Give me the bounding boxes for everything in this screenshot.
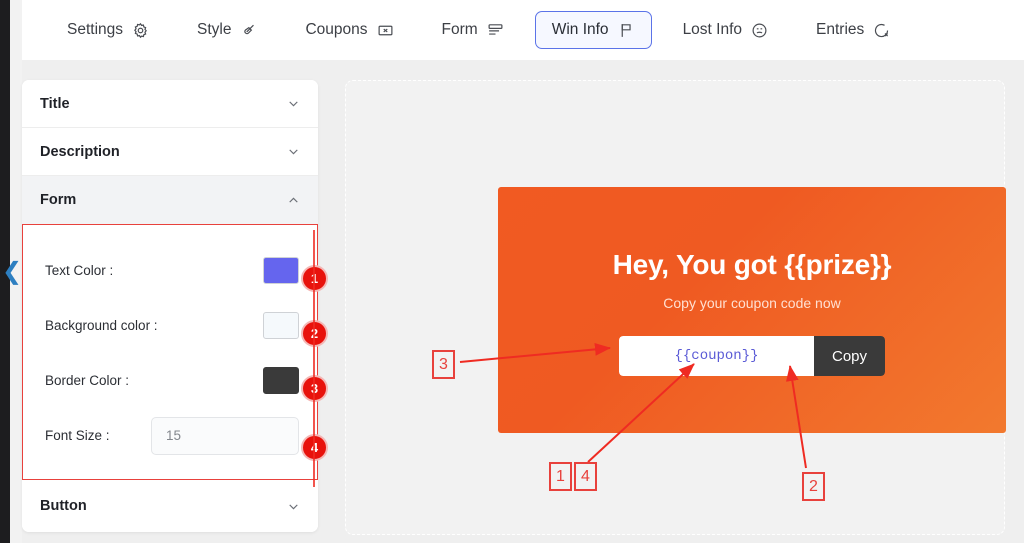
callout-box-1: 1	[549, 462, 572, 491]
tab-label: Win Info	[551, 21, 609, 38]
font-size-input[interactable]: 15	[151, 416, 299, 455]
field-row-font-size: Font Size : 15	[23, 408, 317, 463]
tab-win-info[interactable]: Win Info	[534, 11, 652, 49]
card-subtitle: Copy your coupon code now	[663, 295, 841, 311]
preview-canvas: Hey, You got {{prize}} Copy your coupon …	[345, 80, 1006, 535]
gear-icon	[132, 22, 149, 39]
field-row-background-color: Background color :	[23, 298, 317, 353]
tab-label: Settings	[67, 21, 124, 38]
accordion-header-description[interactable]: Description	[22, 128, 318, 176]
chevron-down-icon	[286, 499, 300, 513]
tab-coupons[interactable]: Coupons	[288, 11, 410, 49]
accordion-label: Button	[40, 498, 87, 514]
border-color-swatch[interactable]	[263, 367, 299, 394]
tab-settings[interactable]: Settings	[50, 11, 166, 49]
card-title: Hey, You got {{prize}}	[612, 249, 892, 280]
field-row-text-color: Text Color :	[23, 243, 317, 298]
tab-label: Form	[441, 21, 478, 38]
callout-box-4: 4	[574, 462, 597, 491]
accordion-header-button[interactable]: Button	[22, 480, 318, 532]
field-label: Font Size :	[45, 428, 110, 443]
tab-label: Lost Info	[682, 21, 743, 38]
field-label: Border Color :	[45, 373, 130, 388]
field-row-border-color: Border Color :	[23, 353, 317, 408]
tab-label: Entries	[816, 21, 865, 38]
form-settings-panel: Text Color : Background color : Border C…	[22, 224, 318, 480]
collapse-chevron-left-icon[interactable]: ❮	[2, 258, 22, 284]
settings-sidebar: Title Description Form Text Color : Back…	[22, 80, 318, 532]
sad-face-icon	[751, 22, 768, 39]
coupon-group: {{coupon}} Copy	[619, 336, 885, 376]
tab-style[interactable]: Style	[180, 11, 274, 49]
tab-label: Coupons	[305, 21, 368, 38]
chevron-up-icon	[286, 193, 300, 207]
callout-box-2: 2	[802, 472, 825, 501]
accordion-label: Title	[40, 95, 70, 112]
callout-badge-1: 1	[301, 265, 328, 292]
text-color-swatch[interactable]	[263, 257, 299, 284]
accordion-label: Description	[40, 143, 120, 160]
accordion-header-form[interactable]: Form	[22, 176, 318, 224]
accordion-header-title[interactable]: Title	[22, 80, 318, 128]
chevron-down-icon	[286, 97, 300, 111]
callout-badge-3: 3	[301, 375, 328, 402]
tab-entries[interactable]: Entries	[799, 11, 907, 49]
app-root: ❮ Settings Style Coupons Form Win Info L…	[0, 0, 1024, 543]
tab-label: Style	[197, 21, 232, 38]
win-popup-card: Hey, You got {{prize}} Copy your coupon …	[498, 187, 1006, 433]
flag-icon	[618, 22, 635, 39]
field-label: Text Color :	[45, 263, 114, 278]
form-lines-icon	[487, 22, 504, 39]
callout-badge-4: 4	[301, 434, 328, 461]
ticket-icon	[377, 22, 394, 39]
tab-form[interactable]: Form	[425, 11, 521, 49]
brush-icon	[240, 22, 257, 39]
copy-button[interactable]: Copy	[814, 336, 885, 376]
face-x-icon	[873, 22, 890, 39]
callout-box-3: 3	[432, 350, 455, 379]
chevron-down-icon	[286, 145, 300, 159]
coupon-code-input[interactable]: {{coupon}}	[619, 336, 814, 376]
accordion-label: Form	[40, 192, 77, 208]
tab-lost-info[interactable]: Lost Info	[666, 11, 785, 49]
field-label: Background color :	[45, 318, 158, 333]
callout-badge-2: 2	[301, 320, 328, 347]
background-color-swatch[interactable]	[263, 312, 299, 339]
tab-bar: Settings Style Coupons Form Win Info Los…	[22, 0, 1024, 60]
